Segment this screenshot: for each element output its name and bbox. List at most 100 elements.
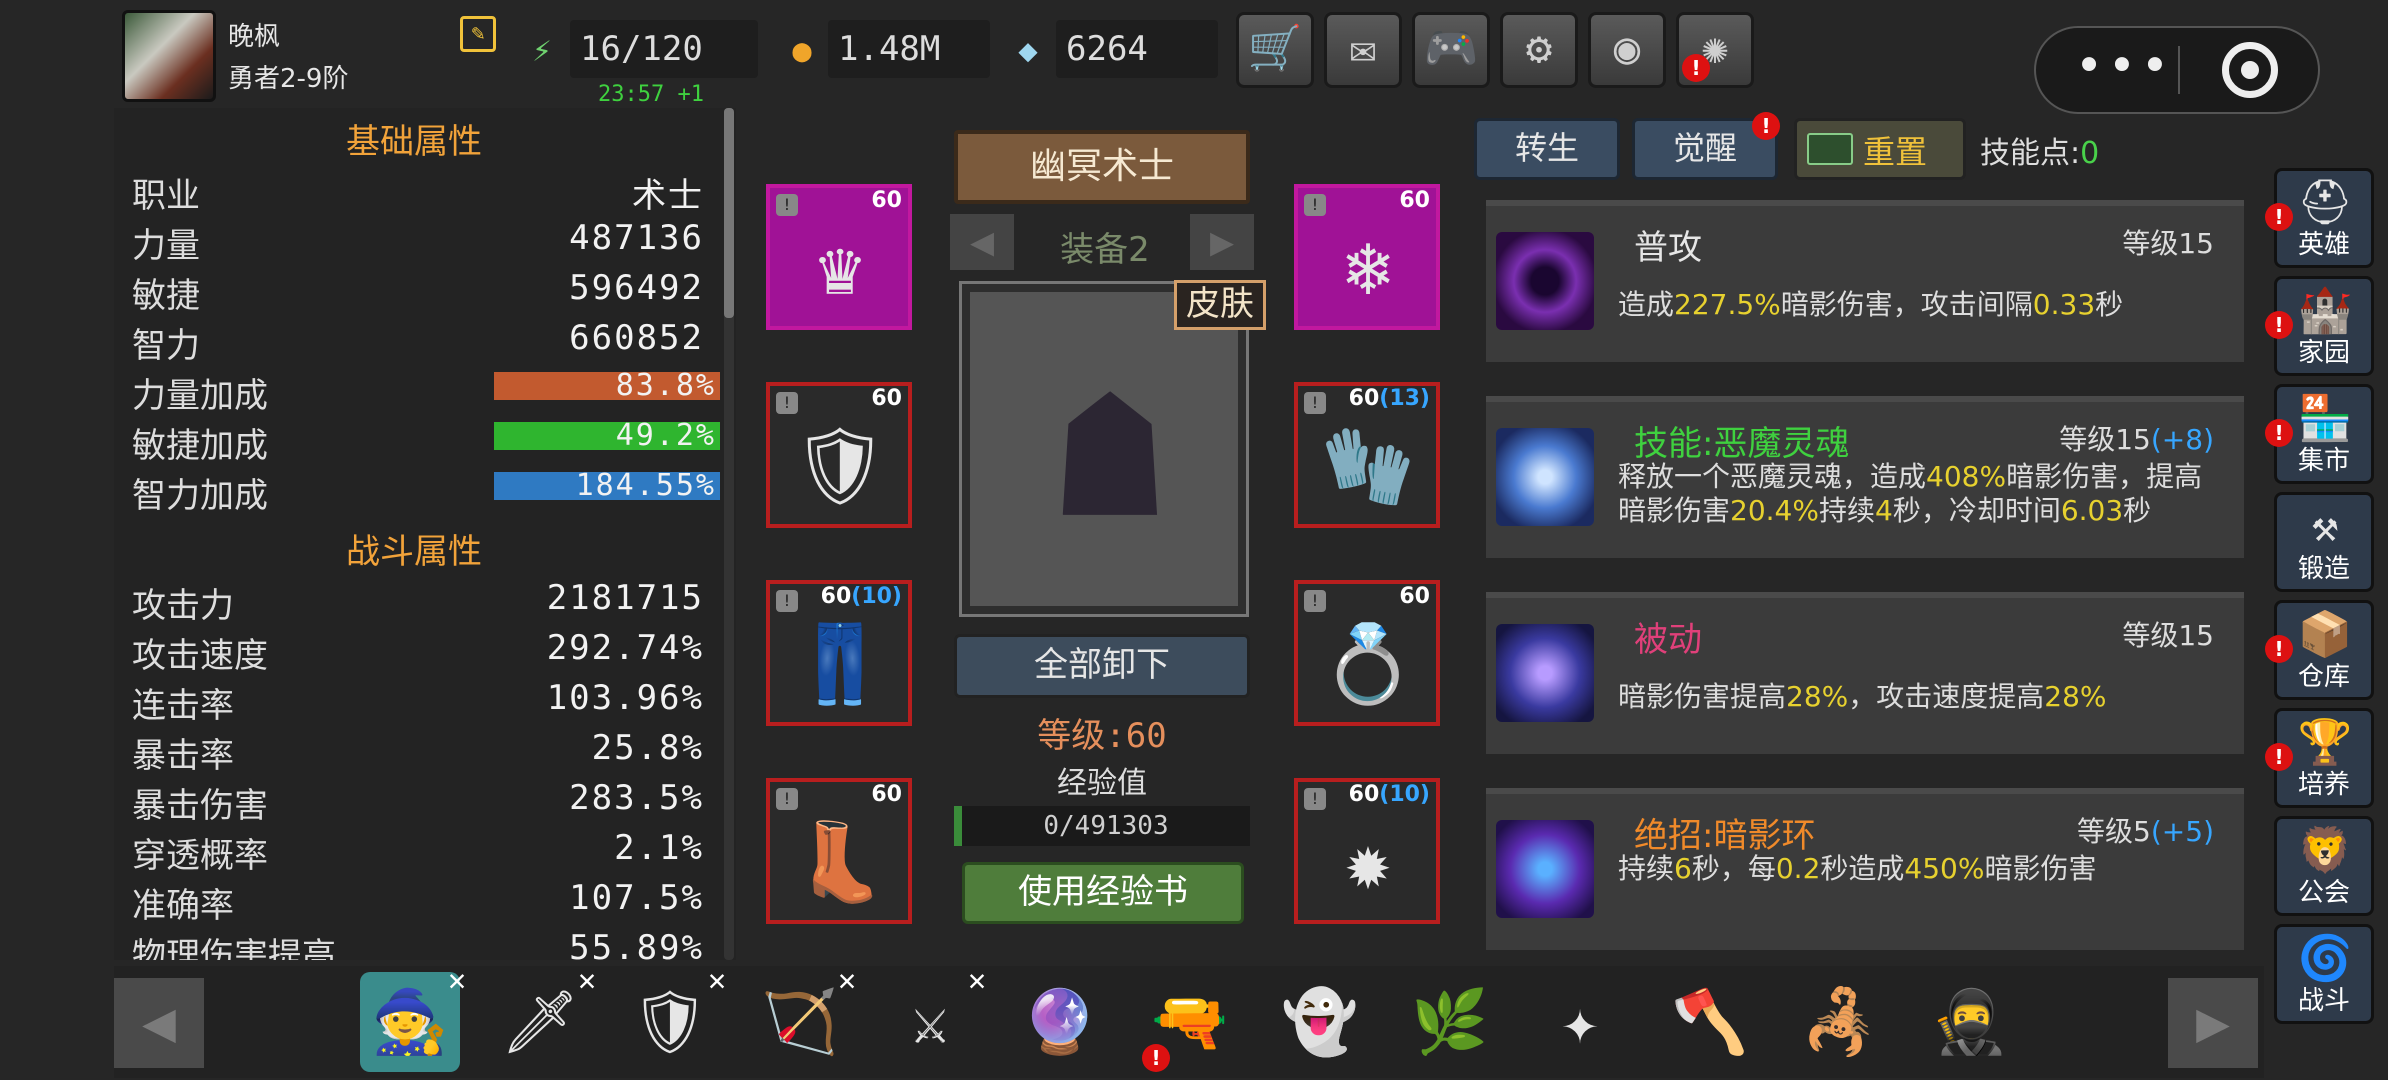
item-level-value: 60 bbox=[1348, 386, 1380, 411]
hero-paladin-icon[interactable]: ✦ bbox=[1530, 972, 1630, 1072]
nav-anvil[interactable]: ⚒ 锻造 bbox=[2274, 492, 2374, 592]
close-miniprogram-icon[interactable] bbox=[2222, 42, 2278, 98]
item-enhance-level: (10) bbox=[1379, 782, 1430, 807]
heroes-prev-button[interactable]: ◀ bbox=[114, 978, 204, 1068]
player-name: 晚枫 bbox=[228, 22, 281, 52]
hero-valkyrie-icon[interactable]: ⚔ ✕ bbox=[880, 966, 986, 1072]
skill-level-value: 等级15 bbox=[2122, 619, 2214, 652]
cart-icon: 🛒 bbox=[1247, 23, 1303, 74]
skill-icon bbox=[1496, 428, 1594, 526]
next-set-button[interactable]: ▶ bbox=[1190, 214, 1254, 270]
warehouse-icon: 📦 bbox=[2297, 609, 2353, 660]
mail-icon: ✉ bbox=[1349, 23, 1377, 74]
tab-rebirth[interactable]: 转生 bbox=[1474, 118, 1620, 180]
diamond-counter: 6264 bbox=[1056, 20, 1218, 78]
skill-text: 秒 bbox=[2123, 494, 2152, 527]
player-rank: 勇者2-9阶 bbox=[228, 64, 349, 94]
attributes-panel[interactable]: 基础属性 职业 术士 力量 487136 敏捷 596492 智力 660852 力量加成 83.… bbox=[114, 108, 736, 960]
skill-card[interactable]: 被动 等级15 暗影伤害提高28%，攻击速度提高28% bbox=[1486, 592, 2244, 754]
attr-label: 攻击力 bbox=[132, 586, 234, 626]
nav-warehouse[interactable]: 📦 仓库! bbox=[2265, 600, 2374, 700]
more-icon[interactable]: ••• bbox=[2064, 36, 2184, 104]
skill-text: 暗影伤害提高 bbox=[1618, 680, 1787, 713]
hero-archer-icon[interactable]: 🏹 ✕ bbox=[750, 966, 856, 1072]
reset-skills-button[interactable]: 重置 bbox=[1794, 118, 1966, 180]
mail-button[interactable]: ✉ bbox=[1324, 12, 1402, 88]
heroes-next-button[interactable]: ▶ bbox=[2168, 978, 2258, 1068]
attr-row: 攻击速度 292.74% bbox=[132, 624, 722, 676]
hero-warlock-icon[interactable]: 🧙 ✕ bbox=[360, 966, 466, 1072]
attr-label: 敏捷加成 bbox=[132, 426, 268, 466]
awaken-alert-badge: ! bbox=[1752, 112, 1780, 140]
equipment-slot[interactable]: ! 60(10) 👖 bbox=[766, 580, 912, 726]
hero-druid-icon[interactable]: 🌿 bbox=[1400, 972, 1500, 1072]
attr-value: 184.55% bbox=[575, 468, 716, 503]
attr-value: 49.2% bbox=[615, 418, 716, 453]
prev-set-button[interactable]: ◀ bbox=[950, 214, 1014, 270]
nav-label: 英雄 bbox=[2297, 230, 2350, 260]
dismiss-hero-icon[interactable]: ✕ bbox=[708, 966, 726, 996]
attr-value: 83.8% bbox=[615, 368, 716, 403]
equipment-slot[interactable]: ! 60(10) ✹ bbox=[1294, 778, 1440, 924]
attr-value: 25.8% bbox=[591, 728, 704, 768]
dismiss-hero-icon[interactable]: ✕ bbox=[578, 966, 596, 996]
gallery-button[interactable]: ◉ bbox=[1588, 12, 1666, 88]
skill-card[interactable]: 普攻 等级15 造成227.5%暗影伤害，攻击间隔0.33秒 bbox=[1486, 200, 2244, 362]
equipment-slot[interactable]: ! 60 ❄ bbox=[1294, 184, 1440, 330]
gamepad-button[interactable]: 🎮 bbox=[1412, 12, 1490, 88]
skill-text: 秒 bbox=[2095, 288, 2124, 321]
nav-chalice[interactable]: 🏆 培养! bbox=[2265, 708, 2374, 808]
skill-level: 等级5(+5) bbox=[2077, 810, 2214, 850]
settings-button[interactable]: ⚙ bbox=[1500, 12, 1578, 88]
item-enhance-level: (10) bbox=[851, 584, 902, 609]
equipment-slot[interactable]: ! 60 ♛ bbox=[766, 184, 912, 330]
hero-gunner-icon[interactable]: 🔫! bbox=[1140, 972, 1240, 1072]
nav-castle[interactable]: 🏰 家园! bbox=[2265, 276, 2374, 376]
gear-icon: ⚙ bbox=[1525, 23, 1553, 74]
nav-market[interactable]: 🏪 集市! bbox=[2265, 384, 2374, 484]
use-exp-book-button[interactable]: 使用经验书 bbox=[962, 862, 1244, 924]
orb-icon: ✹ bbox=[1345, 817, 1391, 906]
dismiss-hero-icon[interactable]: ✕ bbox=[448, 966, 466, 996]
skin-button[interactable]: 皮肤 bbox=[1174, 280, 1266, 330]
equipment-slot[interactable]: ! 60(13) 🧤 bbox=[1294, 382, 1440, 528]
lock-icon: ! bbox=[1304, 392, 1326, 414]
attributes-scrollbar[interactable] bbox=[724, 108, 734, 318]
item-level: 60(13) bbox=[1349, 386, 1430, 411]
equipment-slot[interactable]: ! 60 🛡 bbox=[766, 382, 912, 528]
attr-row: 暴击伤害 283.5% bbox=[132, 774, 722, 826]
hero-assassin-icon[interactable]: 🥷 bbox=[1920, 972, 2020, 1072]
hero-spirit-icon[interactable]: 👻 bbox=[1270, 972, 1370, 1072]
equipment-set-label: 装备2 bbox=[1060, 230, 1150, 270]
skill-text: 持续 bbox=[1818, 494, 1875, 527]
skill-points-value: 0 bbox=[2080, 136, 2100, 171]
skill-value: 6.03 bbox=[2060, 494, 2124, 527]
helmet-icon: ⛑ bbox=[2297, 177, 2353, 228]
nav-guild[interactable]: 🦁 公会 bbox=[2274, 816, 2374, 916]
attr-value: 283.5% bbox=[569, 778, 704, 818]
equipment-slot[interactable]: ! 60 💍 bbox=[1294, 580, 1440, 726]
skill-card[interactable]: 技能:恶魔灵魂 等级15(+8) 释放一个恶魔灵魂，造成408%暗影伤害，提高暗影伤… bbox=[1486, 396, 2244, 558]
hero-barbarian-icon[interactable]: 🪓 bbox=[1660, 972, 1760, 1072]
nav-helmet[interactable]: ⛑ 英雄! bbox=[2265, 168, 2374, 268]
item-enhance-level: (13) bbox=[1379, 386, 1430, 411]
shop-button[interactable]: 🛒 bbox=[1236, 12, 1314, 88]
equipment-slot[interactable]: ! 60 👢 bbox=[766, 778, 912, 924]
unequip-all-button[interactable]: 全部卸下 bbox=[954, 634, 1250, 698]
nav-alert-badge: ! bbox=[2265, 419, 2293, 447]
player-avatar[interactable] bbox=[122, 10, 216, 102]
hero-swordsman-icon[interactable]: 🗡 ✕ bbox=[490, 966, 596, 1072]
dismiss-hero-icon[interactable]: ✕ bbox=[968, 966, 986, 996]
attr-label: 准确率 bbox=[132, 886, 234, 926]
edit-icon[interactable]: ✎ bbox=[460, 16, 496, 52]
hero-ranger-icon[interactable]: 🦂 bbox=[1790, 972, 1890, 1072]
nav-portal[interactable]: 🌀 战斗 bbox=[2274, 924, 2374, 1024]
dismiss-hero-icon[interactable]: ✕ bbox=[838, 966, 856, 996]
item-level-value: 60 bbox=[871, 188, 902, 213]
attr-label: 连击率 bbox=[132, 686, 234, 726]
hero-knight-icon[interactable]: 🛡 ✕ bbox=[620, 966, 726, 1072]
skill-card[interactable]: 绝招:暗影环 等级5(+5) 持续6秒，每0.2秒造成450%暗影伤害 bbox=[1486, 788, 2244, 950]
hero-mage-icon[interactable]: 🔮 bbox=[1010, 972, 1110, 1072]
skill-name: 绝招:暗影环 bbox=[1634, 816, 1816, 856]
lock-icon: ! bbox=[1304, 194, 1326, 216]
